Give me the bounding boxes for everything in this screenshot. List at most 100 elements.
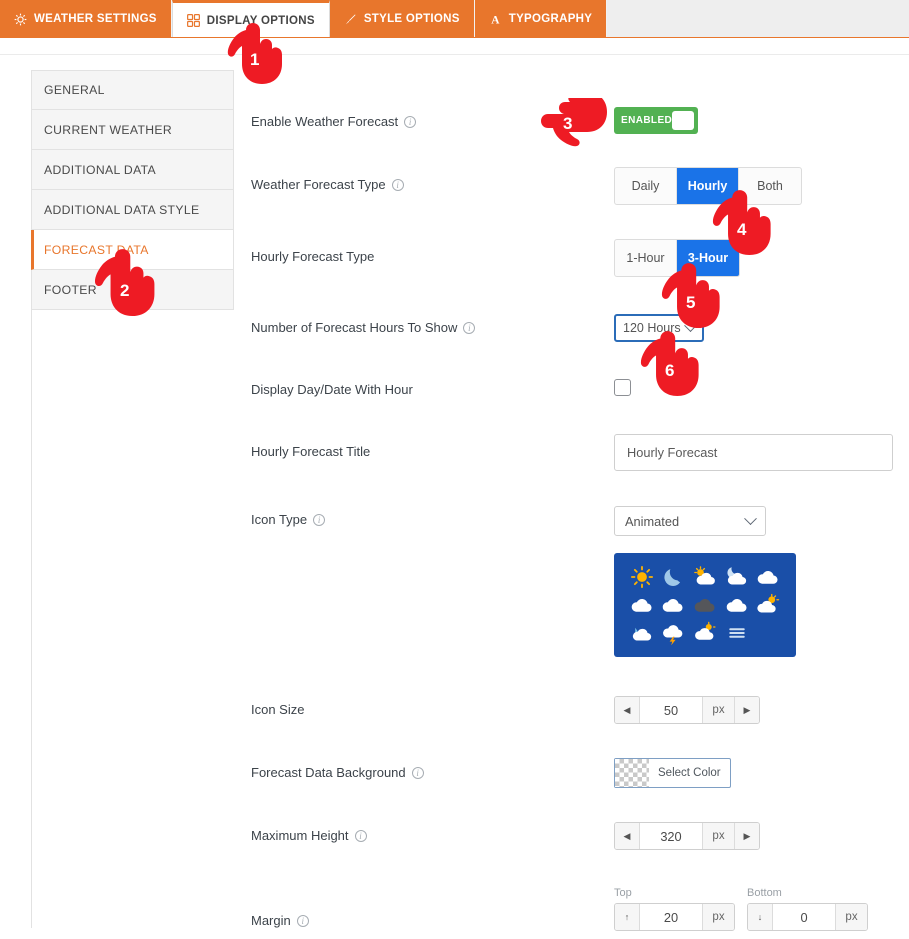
info-icon[interactable]: i [404, 115, 417, 128]
margin-bottom-label: Bottom [747, 887, 782, 899]
increment-icon[interactable]: ▶ [734, 697, 759, 723]
row-icon-type: Icon Type i Animated [234, 500, 909, 550]
tab-bar-filler [607, 0, 909, 38]
select-color-button[interactable]: Select Color [614, 758, 731, 788]
annotation-number-4: 4 [737, 220, 747, 239]
sidebar-item-label: ADDITIONAL DATA [44, 162, 157, 177]
arrow-up-icon[interactable]: ↑ [615, 904, 640, 930]
maximum-height-unit: px [702, 823, 734, 849]
row-forecast-background: Forecast Data Background i Select Color [234, 753, 909, 803]
maximum-height-label: Maximum Height i [251, 828, 367, 843]
maximum-height-value[interactable]: 320 [640, 823, 702, 849]
settings-content: GENERAL CURRENT WEATHER ADDITIONAL DATA … [0, 38, 909, 931]
hours-to-show-label: Number of Forecast Hours To Show i [251, 320, 476, 335]
annotation-marker-3: 3 [538, 92, 614, 157]
annotation-number-2: 2 [120, 281, 130, 300]
icon-type-dropdown[interactable]: Animated [614, 506, 766, 536]
row-icon-size: Icon Size ◀ 50 px ▶ [234, 690, 909, 740]
decrement-icon[interactable]: ◀ [615, 697, 640, 723]
row-icon-preview [234, 548, 909, 663]
tab-weather-settings[interactable]: WEATHER SETTINGS [0, 0, 172, 38]
sun-cloud-rain-icon [695, 621, 716, 640]
margin-fields: Top ↑ 20 px Bottom ↓ 0 px [614, 887, 868, 931]
margin-top-group: Top ↑ 20 px [614, 887, 735, 931]
tab-style-options[interactable]: STYLE OPTIONS [329, 0, 475, 38]
display-day-date-checkbox[interactable] [614, 379, 631, 396]
dark-cloud-icon [694, 598, 715, 612]
annotation-number-1: 1 [250, 50, 260, 69]
margin-top-stepper: ↑ 20 px [614, 903, 735, 931]
info-icon[interactable]: i [391, 178, 404, 191]
margin-top-label: Top [614, 887, 632, 899]
fog-icon [728, 628, 745, 638]
tab-typography[interactable]: A TYPOGRAPHY [474, 0, 608, 38]
decrement-icon[interactable]: ◀ [615, 823, 640, 849]
color-swatch [615, 759, 649, 787]
maximum-height-stepper: ◀ 320 px ▶ [614, 822, 760, 850]
sidebar-item-additional-data-style[interactable]: ADDITIONAL DATA STYLE [31, 190, 234, 230]
row-hourly-type: Hourly Forecast Type 1-Hour 3-Hour [234, 232, 909, 292]
forecast-background-label: Forecast Data Background i [251, 765, 424, 780]
display-day-date-label: Display Day/Date With Hour [251, 382, 413, 397]
toggle-knob [672, 111, 694, 130]
toggle-state-label: ENABLED [621, 115, 673, 126]
icon-size-label: Icon Size [251, 702, 305, 717]
sidebar-item-label: GENERAL [44, 83, 105, 97]
hourly-title-label: Hourly Forecast Title [251, 444, 371, 459]
margin-top-value[interactable]: 20 [640, 904, 702, 930]
enable-forecast-toggle[interactable]: ENABLED [614, 107, 698, 134]
brush-icon [344, 13, 357, 26]
icon-type-value: Animated [625, 513, 680, 529]
hourly-title-input[interactable]: Hourly Forecast [614, 434, 893, 471]
sidebar-item-additional-data[interactable]: ADDITIONAL DATA [31, 150, 234, 190]
grid-icon [186, 14, 200, 27]
chevron-down-icon [744, 511, 757, 525]
row-forecast-type: Weather Forecast Type i Daily Hourly Bot… [234, 160, 909, 220]
arrow-down-icon[interactable]: ↓ [748, 904, 773, 930]
moon-icon [664, 569, 681, 586]
sidebar-item-label: ADDITIONAL DATA STYLE [44, 202, 200, 217]
margin-top-unit: px [702, 904, 734, 930]
annotation-number-6: 6 [665, 361, 675, 380]
sun-icon [630, 565, 653, 589]
hourly-title-value: Hourly Forecast [627, 445, 718, 460]
icon-type-label: Icon Type i [251, 512, 326, 527]
increment-icon[interactable]: ▶ [734, 823, 759, 849]
info-icon[interactable]: i [296, 914, 309, 927]
annotation-marker-2: 2 [88, 248, 166, 319]
sidebar-item-current-weather[interactable]: CURRENT WEATHER [31, 110, 234, 150]
info-icon[interactable]: i [313, 513, 326, 526]
cloud-gear-icon [14, 13, 27, 26]
segment-daily[interactable]: Daily [615, 168, 677, 204]
row-hourly-title: Hourly Forecast Title Hourly Forecast [234, 428, 909, 483]
cloud-icon [663, 598, 683, 612]
rain-cloud-icon [632, 627, 651, 641]
icon-size-value[interactable]: 50 [640, 697, 702, 723]
tab-label: WEATHER SETTINGS [34, 13, 157, 25]
sun-cloud-icon [757, 593, 780, 613]
annotation-marker-6: 6 [634, 330, 710, 399]
info-icon[interactable]: i [354, 829, 367, 842]
icon-size-stepper: ◀ 50 px ▶ [614, 696, 760, 724]
sidebar-item-general[interactable]: GENERAL [31, 70, 234, 110]
margin-bottom-stepper: ↓ 0 px [747, 903, 868, 931]
annotation-number-3: 3 [563, 114, 573, 133]
info-icon[interactable]: i [463, 321, 476, 334]
info-icon[interactable]: i [411, 766, 424, 779]
annotation-marker-4: 4 [706, 189, 782, 258]
margin-bottom-unit: px [835, 904, 867, 930]
moon-cloud-icon [726, 567, 746, 585]
annotation-marker-5: 5 [655, 262, 731, 331]
annotation-marker-1: 1 [222, 22, 292, 87]
icon-preview-panel [614, 553, 796, 657]
margin-bottom-group: Bottom ↓ 0 px [747, 887, 868, 931]
sun-cloud-icon [694, 566, 715, 585]
select-color-label: Select Color [658, 767, 721, 779]
tab-bar: WEATHER SETTINGS DISPLAY OPTIONS STYLE O… [0, 0, 909, 38]
row-display-day-date: Display Day/Date With Hour [234, 370, 909, 416]
enable-forecast-label: Enable Weather Forecast i [251, 114, 417, 129]
row-maximum-height: Maximum Height i ◀ 320 px ▶ [234, 816, 909, 866]
annotation-number-5: 5 [686, 293, 696, 312]
margin-bottom-value[interactable]: 0 [773, 904, 835, 930]
hourly-type-label: Hourly Forecast Type [251, 249, 375, 264]
